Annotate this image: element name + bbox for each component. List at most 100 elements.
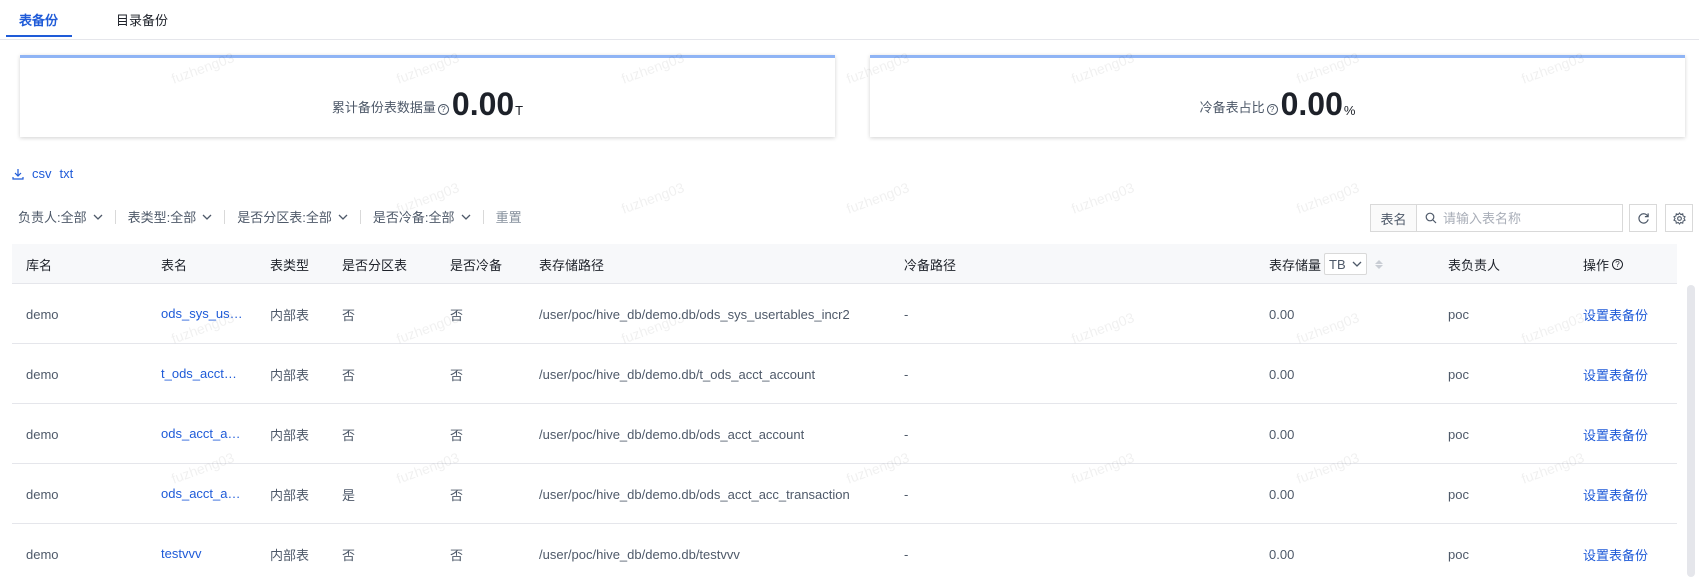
table-row: demo ods_acct_acc_transaction 内部表 是 否 /u… bbox=[12, 464, 1677, 524]
table-body: demo ods_sys_usertables_incr2 内部表 否 否 /u… bbox=[12, 284, 1677, 577]
set-backup-link[interactable]: 设置表备份 bbox=[1583, 344, 1648, 404]
search-field-select[interactable]: 表名 bbox=[1370, 204, 1417, 232]
cell-partitioned: 否 bbox=[342, 307, 356, 323]
size-unit-select[interactable]: TB bbox=[1324, 253, 1367, 275]
cell-owner: poc bbox=[1448, 366, 1469, 382]
filter-label: 是否分区表: bbox=[237, 210, 306, 225]
cell-cold: 否 bbox=[450, 547, 464, 563]
filter-label: 负责人: bbox=[18, 210, 61, 225]
cell-db: demo bbox=[26, 486, 59, 502]
stat-unit: T bbox=[515, 103, 524, 118]
filter-owner[interactable]: 负责人: 全部 bbox=[18, 207, 103, 226]
col-cold: 是否冷备 bbox=[450, 257, 503, 273]
col-ops-label: 操作 bbox=[1583, 257, 1610, 273]
watermark: fuzheng03 bbox=[844, 179, 912, 217]
chevron-down-icon bbox=[93, 214, 103, 220]
reset-button[interactable]: 重置 bbox=[496, 207, 522, 226]
search-group: 表名 bbox=[1370, 204, 1623, 232]
cell-cold: 否 bbox=[450, 487, 464, 503]
filter-value: 全部 bbox=[428, 210, 455, 225]
cell-owner: poc bbox=[1448, 426, 1469, 442]
backup-table: 库名 表名 表类型 是否分区表 是否冷备 表存储路径 冷备路径 表存储量 TB … bbox=[12, 244, 1677, 577]
filter-partitioned[interactable]: 是否分区表: 全部 bbox=[237, 207, 348, 226]
size-unit-value: TB bbox=[1329, 256, 1346, 272]
stat-value: 0.00 bbox=[451, 86, 515, 122]
refresh-icon bbox=[1637, 212, 1649, 224]
cell-table-link[interactable]: ods_acct_account bbox=[161, 404, 243, 464]
stat-unit: % bbox=[1343, 103, 1356, 118]
cell-table-link[interactable]: t_ods_acct_account bbox=[161, 344, 243, 404]
watermark: fuzheng03 bbox=[1069, 179, 1137, 217]
cell-cold-path: - bbox=[904, 486, 909, 502]
set-backup-link[interactable]: 设置表备份 bbox=[1583, 524, 1648, 577]
cell-path: /user/poc/hive_db/demo.db/ods_acct_acc_t… bbox=[539, 486, 850, 502]
chevron-down-icon bbox=[202, 214, 212, 220]
set-backup-link[interactable]: 设置表备份 bbox=[1583, 284, 1648, 344]
download-txt-link[interactable]: txt bbox=[60, 166, 74, 181]
stat-label: 冷备表占比 bbox=[1199, 100, 1265, 115]
filter-label: 是否冷备: bbox=[372, 210, 429, 225]
filter-table-type[interactable]: 表类型: 全部 bbox=[128, 207, 213, 226]
help-icon[interactable]: ? bbox=[1612, 258, 1624, 270]
cell-size: 0.00 bbox=[1269, 306, 1295, 322]
set-backup-link[interactable]: 设置表备份 bbox=[1583, 404, 1648, 464]
set-backup-link[interactable]: 设置表备份 bbox=[1583, 464, 1648, 524]
stat-value: 0.00 bbox=[1280, 86, 1343, 122]
cell-db: demo bbox=[26, 426, 59, 442]
cell-table-link[interactable]: testvvv bbox=[161, 524, 243, 577]
table-row: demo ods_acct_account 内部表 否 否 /user/poc/… bbox=[12, 404, 1677, 464]
cell-cold-path: - bbox=[904, 426, 909, 442]
cell-db: demo bbox=[26, 546, 59, 562]
stat-card-cold-ratio: 冷备表占比 ? 0.00 % bbox=[870, 55, 1685, 137]
chevron-down-icon bbox=[338, 214, 348, 220]
cell-type: 内部表 bbox=[270, 487, 310, 503]
watermark: fuzheng03 bbox=[1294, 179, 1362, 217]
sort-icon[interactable] bbox=[1374, 259, 1383, 269]
divider bbox=[224, 209, 226, 224]
cell-owner: poc bbox=[1448, 546, 1469, 562]
chevron-down-icon bbox=[461, 214, 471, 220]
table-header: 库名 表名 表类型 是否分区表 是否冷备 表存储路径 冷备路径 表存储量 TB … bbox=[12, 244, 1677, 284]
cell-path: /user/poc/hive_db/demo.db/ods_sys_userta… bbox=[539, 306, 850, 322]
filter-value: 全部 bbox=[60, 210, 87, 225]
filter-cold-backup[interactable]: 是否冷备: 全部 bbox=[373, 207, 471, 226]
divider bbox=[482, 209, 484, 224]
cell-size: 0.00 bbox=[1269, 366, 1295, 382]
cell-owner: poc bbox=[1448, 306, 1469, 322]
tab-bar: 表备份 目录备份 bbox=[0, 0, 1699, 40]
cell-type: 内部表 bbox=[270, 367, 310, 383]
cell-size: 0.00 bbox=[1269, 486, 1295, 502]
col-cold-path: 冷备路径 bbox=[904, 257, 957, 273]
cell-cold: 否 bbox=[450, 307, 464, 323]
table-row: demo testvvv 内部表 否 否 /user/poc/hive_db/d… bbox=[12, 524, 1677, 577]
cell-table-link[interactable]: ods_acct_acc_transaction bbox=[161, 464, 243, 524]
cell-size: 0.00 bbox=[1269, 546, 1295, 562]
cell-partitioned: 是 bbox=[342, 487, 356, 503]
chevron-down-icon bbox=[1352, 261, 1362, 267]
col-size: 表存储量 TB bbox=[1269, 244, 1383, 284]
tab-directory-backup[interactable]: 目录备份 bbox=[116, 10, 168, 29]
table-row: demo ods_sys_usertables_incr2 内部表 否 否 /u… bbox=[12, 284, 1677, 344]
active-tab-indicator bbox=[6, 35, 72, 37]
filter-label: 表类型: bbox=[127, 210, 171, 225]
search-input[interactable] bbox=[1443, 210, 1613, 226]
col-size-label: 表存储量 bbox=[1269, 257, 1322, 273]
stat-card-backup-volume: 累计备份表数据量 ? 0.00 T bbox=[20, 55, 835, 137]
help-icon[interactable]: ? bbox=[437, 104, 449, 115]
col-type: 表类型 bbox=[270, 257, 310, 273]
cell-table-link[interactable]: ods_sys_usertables_incr2 bbox=[161, 284, 243, 344]
cell-owner: poc bbox=[1448, 486, 1469, 502]
download-csv-link[interactable]: csv bbox=[32, 166, 52, 181]
cell-path: /user/poc/hive_db/demo.db/t_ods_acct_acc… bbox=[539, 366, 816, 382]
settings-button[interactable] bbox=[1665, 204, 1693, 232]
table-scrollbar[interactable] bbox=[1687, 285, 1695, 577]
gear-icon bbox=[1672, 211, 1686, 225]
help-icon[interactable]: ? bbox=[1266, 104, 1278, 115]
divider bbox=[359, 209, 361, 224]
tab-table-backup[interactable]: 表备份 bbox=[19, 10, 58, 29]
search-icon bbox=[1425, 212, 1437, 224]
cell-path: /user/poc/hive_db/demo.db/ods_acct_accou… bbox=[539, 426, 805, 442]
cell-db: demo bbox=[26, 306, 59, 322]
refresh-button[interactable] bbox=[1629, 204, 1657, 232]
filter-value: 全部 bbox=[170, 210, 197, 225]
